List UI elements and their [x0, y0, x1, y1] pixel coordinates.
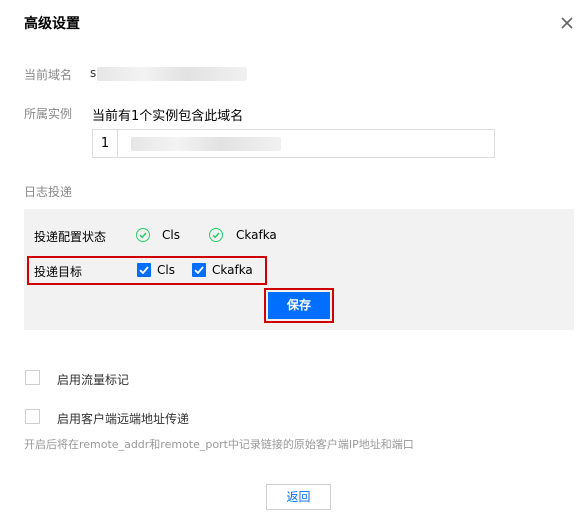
instance-summary: 当前有1个实例包含此域名 — [92, 109, 244, 124]
delivery-target-label: 投递目标 — [34, 265, 83, 279]
client-remote-hint: 开启后将在remote_addr和remote_port中记录链接的原始客户端I… — [24, 438, 414, 451]
dialog-title: 高级设置 — [24, 16, 80, 32]
log-delivery-label: 日志投递 — [24, 185, 73, 199]
instance-label: 所属实例 — [24, 107, 73, 121]
cls-target-label: Cls — [157, 263, 175, 277]
instance-index: 1 — [93, 130, 118, 157]
ckafka-status-check-icon — [209, 228, 223, 242]
cls-status-check-icon — [136, 228, 150, 242]
client-remote-label: 启用客户端远端地址传递 — [57, 412, 190, 426]
cls-status-label: Cls — [162, 228, 180, 242]
traffic-mark-label: 启用流量标记 — [57, 373, 130, 387]
domain-redacted — [97, 67, 247, 81]
domain-label: 当前域名 — [24, 68, 73, 82]
back-button[interactable]: 返回 — [266, 484, 331, 510]
domain-value: s — [90, 66, 97, 80]
save-button[interactable]: 保存 — [268, 292, 330, 319]
instance-redacted — [131, 137, 281, 151]
ckafka-status-label: Ckafka — [236, 228, 277, 242]
delivery-status-label: 投递配置状态 — [34, 230, 107, 244]
traffic-mark-checkbox[interactable] — [25, 370, 40, 385]
ckafka-target-checkbox[interactable] — [192, 263, 206, 277]
cls-target-checkbox[interactable] — [137, 263, 151, 277]
client-remote-checkbox[interactable] — [25, 409, 40, 424]
instance-list: 1 — [92, 129, 495, 158]
ckafka-target-label: Ckafka — [212, 263, 253, 277]
close-icon[interactable] — [558, 14, 576, 32]
